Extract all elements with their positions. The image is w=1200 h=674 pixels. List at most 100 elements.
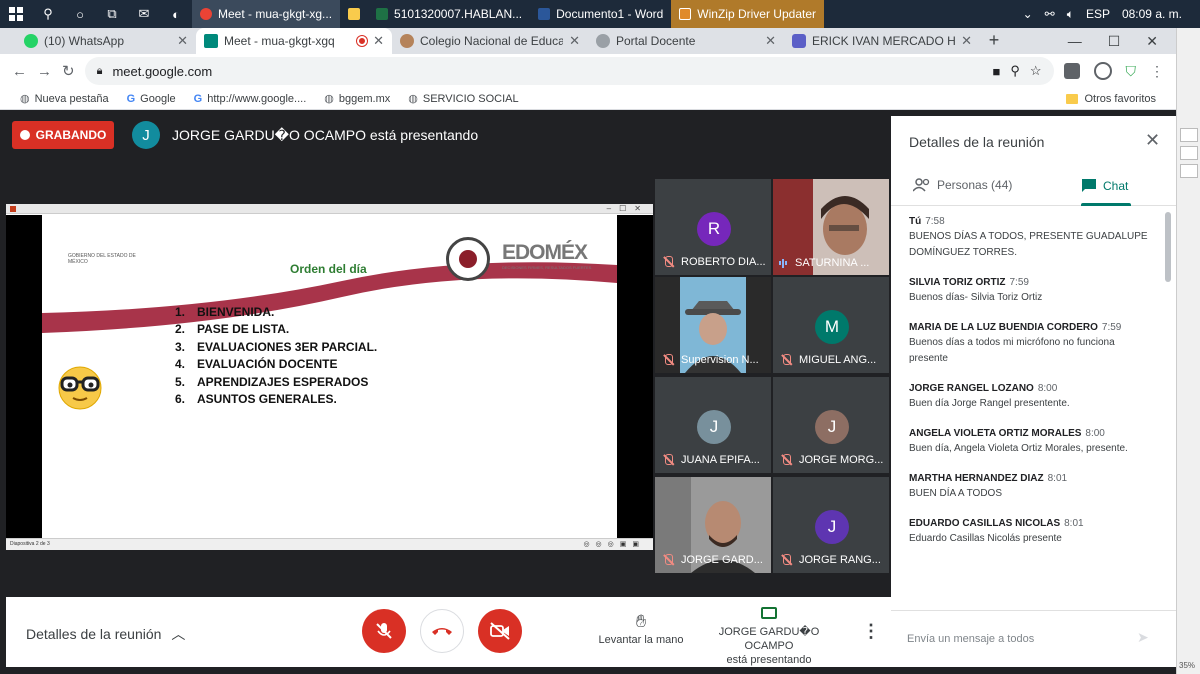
- panel-tabs: Personas (44) Chat: [891, 168, 1176, 206]
- close-window-icon[interactable]: ✕: [1146, 33, 1158, 50]
- star-icon[interactable]: ☆: [1030, 63, 1042, 79]
- close-icon[interactable]: ✕: [373, 33, 384, 49]
- bookmark-google[interactable]: G Google: [127, 93, 176, 105]
- bookmark-servicio-social[interactable]: ◍ SERVICIO SOCIAL: [408, 92, 518, 106]
- reload-icon[interactable]: ↻: [62, 62, 75, 80]
- browser-tab-bar: (10) WhatsApp ✕ Meet - mua-gkgt-xgq ✕ Co…: [0, 28, 1176, 54]
- language-indicator[interactable]: ESP: [1086, 7, 1110, 21]
- tab-whatsapp[interactable]: (10) WhatsApp ✕: [0, 28, 196, 54]
- task-view-icon[interactable]: ⧉: [96, 0, 128, 28]
- bookmark-otros-favoritos[interactable]: Otros favoritos: [1066, 93, 1156, 105]
- close-icon[interactable]: ✕: [1145, 130, 1160, 151]
- new-tab-button[interactable]: +: [980, 28, 1008, 54]
- chat-message: EDUARDO CASILLAS NICOLAS 8:01 Eduardo Cas…: [909, 518, 1084, 544]
- mic-off-icon: [661, 453, 675, 467]
- bookmark-google-url[interactable]: Ghttp://www.google....: [194, 93, 307, 105]
- list-item: 2. PASE DE LISTA.: [175, 322, 290, 337]
- participant-tile[interactable]: JORGE GARD...: [655, 477, 771, 573]
- avatar: R: [697, 212, 731, 246]
- mail-icon[interactable]: ✉: [128, 0, 160, 28]
- participant-tile[interactable]: Supervision N...: [655, 277, 771, 373]
- more-options-icon[interactable]: ⋮: [862, 621, 880, 642]
- window-controls: –☐✕: [606, 204, 649, 213]
- cortana-icon[interactable]: ○: [64, 0, 96, 28]
- raise-hand-button[interactable]: ✋︎ Levantar la mano: [598, 611, 684, 646]
- powerpoint-icon: [10, 206, 16, 212]
- minimize-icon[interactable]: —: [1068, 33, 1082, 49]
- shared-screen: –☐✕ GOBIERNO DEL ESTADO DE MÉXICO EDOMÉX…: [6, 204, 653, 550]
- url-text: meet.google.com: [112, 63, 213, 79]
- search-icon[interactable]: ⚲: [32, 0, 64, 28]
- participant-tile[interactable]: J JORGE MORG...: [773, 377, 889, 473]
- chat-scrollbar[interactable]: [1165, 212, 1171, 282]
- tab-colegio[interactable]: Colegio Nacional de Educació ✕: [392, 28, 588, 54]
- avatar: J: [815, 410, 849, 444]
- colegio-icon: [400, 34, 414, 48]
- close-icon[interactable]: ✕: [177, 33, 188, 49]
- google-icon: G: [126, 92, 136, 105]
- avatar: J: [815, 510, 849, 544]
- participant-tile[interactable]: R ROBERTO DIA...: [655, 179, 771, 275]
- extension-icon[interactable]: [1063, 63, 1080, 79]
- chevron-up-icon[interactable]: ⌄: [1023, 7, 1033, 21]
- network-icon[interactable]: ⚯: [1045, 7, 1055, 21]
- bookmark-nueva-pestana[interactable]: ◍ Nueva pestaña: [20, 92, 109, 106]
- volume-icon[interactable]: 🔈︎: [1067, 7, 1074, 22]
- taskbar-app-word[interactable]: Documento1 - Word: [530, 0, 671, 28]
- bookmarks-bar: ◍ Nueva pestaña G Google Ghttp://www.googl…: [0, 88, 1176, 110]
- shield-icon[interactable]: ⛉: [1126, 63, 1137, 80]
- meeting-details-button[interactable]: Detalles de la reunión ︿: [26, 624, 185, 644]
- teams-icon: [792, 34, 806, 48]
- hang-up-icon: [432, 628, 452, 635]
- chrome-icon: [200, 8, 212, 20]
- windows-start-icon[interactable]: [0, 0, 32, 28]
- taskbar-app-excel[interactable]: 5101320007.HABLAN...: [368, 0, 530, 28]
- edomex-logo: EDOMÉX: [502, 241, 588, 264]
- mic-off-icon: [661, 255, 675, 269]
- taskbar-app-winzip[interactable]: WinZip Driver Updater: [671, 0, 824, 28]
- powerpoint-statusbar: Diapositiva 2 de 3 ◎◎◎▣▣: [6, 538, 653, 550]
- taskbar-app-explorer[interactable]: [340, 0, 368, 28]
- speaking-icon: [779, 258, 789, 268]
- participant-tile[interactable]: SATURNINA ...: [773, 179, 889, 275]
- mic-toggle-button[interactable]: [362, 609, 406, 653]
- close-icon[interactable]: ✕: [569, 33, 580, 49]
- mic-off-icon: [661, 553, 675, 567]
- close-icon[interactable]: ✕: [765, 33, 776, 49]
- lock-icon: 🔒︎: [96, 64, 103, 77]
- windows-taskbar: ⚲ ○ ⧉ ✉ ◐ Meet - mua-gkgt-xg... 51013200…: [0, 0, 1200, 28]
- leave-call-button[interactable]: [420, 609, 464, 653]
- omnibox[interactable]: 🔒︎ meet.google.com ■ ⚲ ☆: [84, 57, 1054, 85]
- menu-icon[interactable]: ⋮: [1150, 63, 1164, 80]
- recording-badge: GRABANDO: [12, 121, 114, 149]
- tab-teams[interactable]: ERICK IVAN MERCADO HERN ✕: [784, 28, 980, 54]
- participant-tile[interactable]: J JORGE RANG...: [773, 477, 889, 573]
- tab-portal-docente[interactable]: Portal Docente ✕: [588, 28, 784, 54]
- zoom-icon[interactable]: ⚲: [1010, 63, 1020, 79]
- participant-tile[interactable]: M MIGUEL ANG...: [773, 277, 889, 373]
- bookmark-bggem[interactable]: ◍ bggem.mx: [324, 92, 390, 106]
- send-icon[interactable]: ➤: [1137, 629, 1149, 646]
- folder-icon: [348, 8, 361, 20]
- camera-toggle-button[interactable]: [478, 609, 522, 653]
- chat-message: ANGELA VIOLETA ORTIZ MORALES 8:00 Buen dí…: [909, 428, 1128, 454]
- tab-chat[interactable]: Chat: [1081, 178, 1128, 194]
- taskbar-app-meet[interactable]: Meet - mua-gkgt-xg...: [192, 0, 341, 28]
- tab-meet[interactable]: Meet - mua-gkgt-xgq ✕: [196, 28, 392, 54]
- presenting-button[interactable]: JORGE GARDU�O OCAMPO está presentando: [694, 607, 844, 667]
- close-icon[interactable]: ✕: [961, 33, 972, 49]
- camera-icon[interactable]: ■: [992, 64, 1000, 79]
- maximize-icon[interactable]: ☐: [1108, 33, 1121, 50]
- avatar: J: [132, 121, 160, 149]
- profile-icon[interactable]: [1093, 62, 1112, 80]
- forward-icon[interactable]: →: [37, 63, 52, 80]
- clock[interactable]: 08:09 a. m.: [1122, 7, 1182, 21]
- tab-people[interactable]: Personas (44): [913, 178, 1012, 192]
- chat-input[interactable]: Envía un mensaje a todos ➤: [891, 610, 1176, 667]
- chat-message: MARIA DE LA LUZ BUENDIA CORDERO 7:59 Buen…: [909, 322, 1122, 364]
- edge-icon[interactable]: ◐: [160, 0, 192, 28]
- back-icon[interactable]: ←: [12, 63, 27, 80]
- participant-tile[interactable]: J JUANA EPIFA...: [655, 377, 771, 473]
- meet-icon: [204, 34, 218, 48]
- google-icon: G: [193, 92, 203, 105]
